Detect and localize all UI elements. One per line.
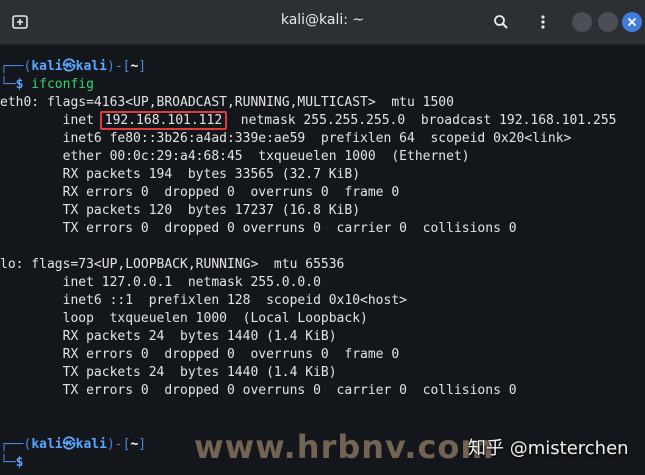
maximize-button[interactable] bbox=[598, 12, 618, 32]
close-icon bbox=[627, 17, 637, 27]
lo-header: lo: flags=73<UP,LOOPBACK,RUNNING> mtu 65… bbox=[0, 257, 345, 272]
eth0-detail-line: RX packets 194 bytes 33565 (32.7 KiB) bbox=[0, 167, 361, 182]
eth0-detail-line: ether 00:0c:29:a4:68:45 txqueuelen 1000 … bbox=[0, 149, 470, 164]
prompt-host: kali bbox=[75, 59, 107, 74]
prompt-line-command: └─$ ifconfig bbox=[0, 77, 94, 92]
highlighted-ip-address: 192.168.101.112 bbox=[99, 111, 228, 130]
author-watermark: 知乎 @misterchen bbox=[468, 438, 629, 459]
lo-detail-line: TX packets 24 bytes 1440 (1.4 KiB) bbox=[0, 365, 337, 380]
prompt-user: kali bbox=[31, 437, 63, 452]
lo-detail-line: loop txqueuelen 1000 (Local Loopback) bbox=[0, 311, 368, 326]
minimize-button[interactable] bbox=[572, 12, 592, 32]
eth0-detail-line: TX errors 0 dropped 0 overruns 0 carrier… bbox=[0, 221, 517, 236]
lo-detail-line: RX packets 24 bytes 1440 (1.4 KiB) bbox=[0, 329, 337, 344]
search-icon[interactable] bbox=[490, 11, 512, 33]
close-button[interactable] bbox=[622, 12, 642, 32]
prompt-host: kali bbox=[75, 437, 107, 452]
prompt-line-top: ┌──(kali㉿kali)-[~] bbox=[0, 59, 147, 74]
kebab-menu-icon[interactable] bbox=[532, 11, 554, 33]
eth0-inet-line: inet 192.168.101.112 netmask 255.255.255… bbox=[0, 111, 617, 130]
lo-detail-line: inet6 ::1 prefixlen 128 scopeid 0x10<hos… bbox=[0, 293, 407, 308]
lo-detail-line: RX errors 0 dropped 0 overruns 0 frame 0 bbox=[0, 347, 400, 362]
title-bar: kali@kali: ~ bbox=[0, 0, 645, 45]
prompt-user: kali bbox=[31, 59, 63, 74]
eth0-detail-line: TX packets 120 bytes 17237 (16.8 KiB) bbox=[0, 203, 361, 218]
eth0-detail-line: inet6 fe80::3b26:a4ad:339e:ae59 prefixle… bbox=[0, 131, 572, 146]
command-text: ifconfig bbox=[23, 77, 94, 92]
terminal-output[interactable]: ┌──(kali㉿kali)-[~] └─$ ifconfig eth0: fl… bbox=[0, 58, 645, 472]
eth0-header: eth0: flags=4163<UP,BROADCAST,RUNNING,MU… bbox=[0, 95, 454, 110]
site-watermark: www.hrbnv.com bbox=[194, 428, 495, 466]
lo-detail-line: inet 127.0.0.1 netmask 255.0.0.0 bbox=[0, 275, 321, 290]
lo-detail-line: TX errors 0 dropped 0 overruns 0 carrier… bbox=[0, 383, 517, 398]
eth0-detail-line: RX errors 0 dropped 0 overruns 0 frame 0 bbox=[0, 185, 400, 200]
